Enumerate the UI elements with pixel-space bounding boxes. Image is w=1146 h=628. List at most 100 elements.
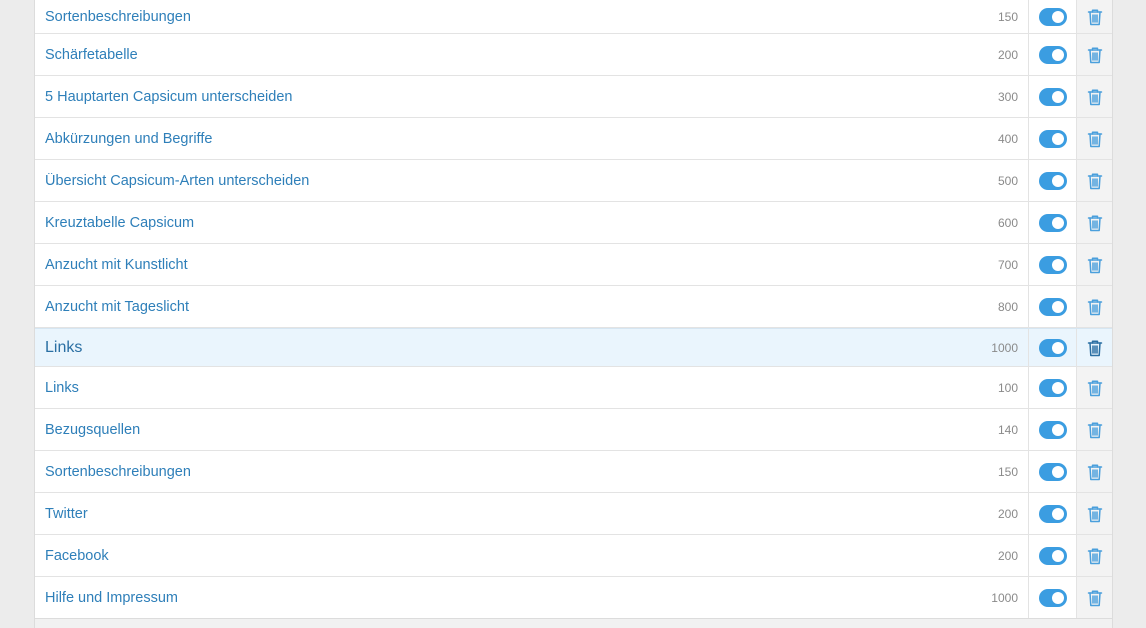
toggle-knob	[1051, 90, 1064, 103]
enabled-toggle[interactable]	[1038, 213, 1067, 232]
menu-item-title[interactable]: Kreuztabelle Capsicum	[35, 215, 958, 231]
menu-row: Abkürzungen und Begriffe 400	[35, 118, 1112, 160]
delete-button[interactable]	[1076, 329, 1112, 366]
toggle-knob	[1051, 549, 1064, 562]
menu-item-title[interactable]: Links	[35, 380, 958, 396]
enabled-toggle[interactable]	[1038, 338, 1067, 357]
toggle-cell	[1028, 118, 1076, 159]
delete-button[interactable]	[1076, 76, 1112, 117]
trash-icon	[1087, 547, 1103, 565]
delete-button[interactable]	[1076, 34, 1112, 75]
enabled-toggle[interactable]	[1038, 420, 1067, 439]
menu-row: Hilfe und Impressum 1000	[35, 577, 1112, 619]
delete-button[interactable]	[1076, 451, 1112, 492]
sort-order-value: 600	[997, 215, 1018, 230]
delete-button[interactable]	[1076, 493, 1112, 534]
sort-order-value: 700	[997, 257, 1018, 272]
delete-button[interactable]	[1076, 0, 1112, 33]
trash-icon	[1087, 130, 1103, 148]
toggle-knob	[1051, 507, 1064, 520]
enabled-toggle[interactable]	[1038, 45, 1067, 64]
menu-row: Facebook 200	[35, 535, 1112, 577]
delete-button[interactable]	[1076, 202, 1112, 243]
menu-item-title[interactable]: 5 Hauptarten Capsicum unterscheiden	[35, 89, 958, 105]
sort-order-value: 150	[997, 9, 1018, 24]
enabled-toggle[interactable]	[1038, 87, 1067, 106]
menu-item-title[interactable]: Abkürzungen und Begriffe	[35, 131, 958, 147]
enabled-toggle[interactable]	[1038, 297, 1067, 316]
enabled-toggle[interactable]	[1038, 378, 1067, 397]
trash-icon	[1087, 339, 1103, 357]
menu-item-title[interactable]: Bezugsquellen	[35, 422, 958, 438]
toggle-cell	[1028, 535, 1076, 576]
toggle-knob	[1051, 381, 1064, 394]
enabled-toggle[interactable]	[1038, 171, 1067, 190]
sort-order-value: 400	[997, 131, 1018, 146]
sort-order-value: 300	[997, 89, 1018, 104]
toggle-cell	[1028, 34, 1076, 75]
menu-row: Übersicht Capsicum-Arten unterscheiden 5…	[35, 160, 1112, 202]
trash-icon	[1087, 505, 1103, 523]
trash-icon	[1087, 88, 1103, 106]
menu-row: Kreuztabelle Capsicum 600	[35, 202, 1112, 244]
menu-item-title[interactable]: Twitter	[35, 506, 958, 522]
menu-row: Anzucht mit Kunstlicht 700	[35, 244, 1112, 286]
sort-order-value: 500	[997, 173, 1018, 188]
menu-item-title[interactable]: Facebook	[35, 548, 958, 564]
delete-button[interactable]	[1076, 244, 1112, 285]
toggle-cell	[1028, 286, 1076, 327]
delete-button[interactable]	[1076, 118, 1112, 159]
menu-group-row: Links 1000	[35, 328, 1112, 367]
trash-icon	[1087, 298, 1103, 316]
enabled-toggle[interactable]	[1038, 546, 1067, 565]
sort-order-value: 200	[997, 548, 1018, 563]
toggle-knob	[1051, 48, 1064, 61]
menu-row: 5 Hauptarten Capsicum unterscheiden 300	[35, 76, 1112, 118]
menu-row: Anzucht mit Tageslicht 800	[35, 286, 1112, 328]
toggle-knob	[1051, 341, 1064, 354]
delete-button[interactable]	[1076, 577, 1112, 618]
toggle-cell	[1028, 160, 1076, 201]
menu-item-title[interactable]: Links	[35, 339, 958, 357]
enabled-toggle[interactable]	[1038, 588, 1067, 607]
menu-rows: Sortenbeschreibungen 150 Schärfetabelle …	[35, 0, 1112, 619]
enabled-toggle[interactable]	[1038, 504, 1067, 523]
menu-row: Twitter 200	[35, 493, 1112, 535]
menu-row: Links 100	[35, 367, 1112, 409]
toggle-cell	[1028, 76, 1076, 117]
menu-item-title[interactable]: Sortenbeschreibungen	[35, 9, 958, 25]
menu-item-title[interactable]: Anzucht mit Tageslicht	[35, 299, 958, 315]
enabled-toggle[interactable]	[1038, 7, 1067, 26]
menu-item-title[interactable]: Schärfetabelle	[35, 47, 958, 63]
sort-order-value: 1000	[991, 340, 1018, 355]
trash-icon	[1087, 46, 1103, 64]
menu-item-title[interactable]: Hilfe und Impressum	[35, 590, 958, 606]
sort-order-value: 800	[997, 299, 1018, 314]
delete-button[interactable]	[1076, 160, 1112, 201]
toggle-cell	[1028, 409, 1076, 450]
menu-item-title[interactable]: Anzucht mit Kunstlicht	[35, 257, 958, 273]
toggle-knob	[1051, 174, 1064, 187]
sort-order-value: 140	[997, 422, 1018, 437]
delete-button[interactable]	[1076, 367, 1112, 408]
menu-item-title[interactable]: Sortenbeschreibungen	[35, 464, 958, 480]
enabled-toggle[interactable]	[1038, 129, 1067, 148]
sort-order-value: 1000	[991, 590, 1018, 605]
toggle-knob	[1051, 10, 1064, 23]
sort-order-value: 150	[997, 464, 1018, 479]
enabled-toggle[interactable]	[1038, 255, 1067, 274]
delete-button[interactable]	[1076, 535, 1112, 576]
delete-button[interactable]	[1076, 409, 1112, 450]
trash-icon	[1087, 214, 1103, 232]
sort-order-value: 200	[997, 47, 1018, 62]
list-footer-strip	[35, 618, 1112, 628]
toggle-knob	[1051, 423, 1064, 436]
delete-button[interactable]	[1076, 286, 1112, 327]
trash-icon	[1087, 379, 1103, 397]
toggle-knob	[1051, 258, 1064, 271]
toggle-cell	[1028, 577, 1076, 618]
enabled-toggle[interactable]	[1038, 462, 1067, 481]
menu-item-title[interactable]: Übersicht Capsicum-Arten unterscheiden	[35, 173, 958, 189]
toggle-cell	[1028, 0, 1076, 33]
trash-icon	[1087, 172, 1103, 190]
